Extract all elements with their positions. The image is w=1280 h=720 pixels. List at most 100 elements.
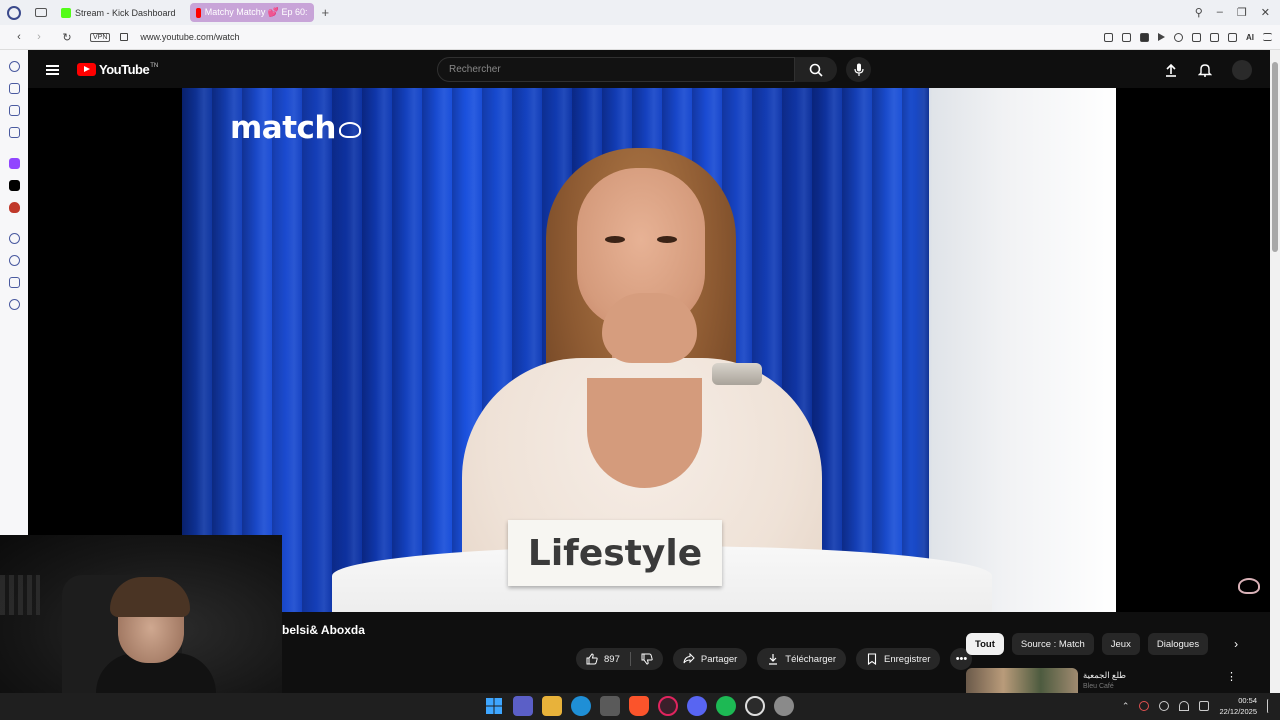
ai-assistant-button[interactable]: AI [1246, 33, 1254, 42]
notifications-bell-icon[interactable] [1198, 63, 1212, 77]
match-logo: match [230, 110, 361, 146]
tab-youtube-video[interactable]: Matchy Matchy 💕 Ep 60: [189, 3, 314, 22]
video-actions: 897 Partager Télécharger Enregistrer ••• [576, 648, 973, 670]
search-input[interactable] [438, 58, 794, 81]
back-button[interactable]: ‹ [10, 31, 28, 43]
minimize-button[interactable]: – [1217, 6, 1223, 19]
forward-button[interactable]: › [30, 31, 48, 43]
browser-logo-icon[interactable] [7, 5, 21, 20]
calendar-icon[interactable] [8, 127, 20, 138]
twitch-icon[interactable] [8, 158, 20, 169]
share-icon [683, 653, 695, 664]
voice-search-button[interactable] [846, 57, 871, 82]
video-title: belsi& Aboxda [282, 623, 365, 637]
scrollbar-thumb[interactable] [1272, 62, 1278, 252]
account-avatar[interactable] [1232, 60, 1252, 80]
search-button[interactable] [795, 57, 837, 82]
close-button[interactable]: ✕ [1261, 6, 1270, 19]
video-player[interactable]: match Lifestyle [28, 88, 1270, 612]
share-button[interactable]: Partager [672, 648, 748, 670]
timer-icon[interactable] [8, 255, 20, 266]
tray-app-icon[interactable] [1139, 701, 1150, 711]
brave-icon[interactable] [629, 696, 649, 716]
youtube-play-icon [77, 63, 96, 76]
edge-icon[interactable] [571, 696, 591, 716]
youtube-logo[interactable]: YouTube TN [77, 62, 158, 77]
history-icon[interactable] [8, 233, 20, 244]
url-field[interactable]: www.youtube.com/watch [140, 32, 239, 42]
chip-all[interactable]: Tout [966, 633, 1004, 655]
recommended-video-thumbnail[interactable] [966, 668, 1078, 693]
download-button[interactable]: Télécharger [757, 648, 846, 670]
video-frame: match Lifestyle [182, 88, 1116, 612]
save-button[interactable]: Enregistrer [856, 648, 941, 670]
eye-left [605, 236, 625, 243]
recommended-video-title[interactable]: طلع الجمعية [1083, 670, 1126, 681]
person-neckline [587, 378, 702, 488]
page-scrollbar[interactable] [1270, 50, 1280, 693]
discord-icon[interactable] [687, 696, 707, 716]
restore-button[interactable]: ❐ [1237, 6, 1247, 19]
tab-overview-icon[interactable] [35, 8, 47, 17]
recommended-video-channel[interactable]: Bleu Café [1083, 683, 1114, 690]
heart-icon[interactable] [1174, 32, 1183, 42]
chevron-up-icon[interactable]: ⌃ [1122, 701, 1130, 712]
layers-icon[interactable] [8, 105, 20, 116]
play-icon[interactable] [1158, 32, 1165, 41]
vpn-badge[interactable]: VPN [90, 32, 111, 42]
ublock-icon[interactable] [8, 202, 20, 213]
match-logo-text: match [230, 110, 337, 146]
windows-start-icon[interactable] [484, 696, 504, 716]
youtube-favicon-icon [195, 7, 201, 18]
recommendation-filter-chips: Tout Source : Match Jeux Dialogues › [966, 633, 1238, 655]
clock-icon[interactable] [8, 61, 20, 72]
wristwatch [712, 363, 762, 385]
menu-icon[interactable] [1263, 32, 1272, 41]
obs-icon[interactable] [745, 696, 765, 716]
chip-source-match[interactable]: Source : Match [1011, 633, 1094, 655]
upload-icon[interactable] [1164, 63, 1178, 77]
download-icon[interactable] [1228, 32, 1237, 42]
shield-icon[interactable] [1140, 32, 1149, 42]
thumbs-up-icon [586, 653, 598, 665]
background-shelf [0, 575, 40, 615]
dislike-button[interactable] [631, 653, 663, 665]
file-explorer-icon[interactable] [542, 696, 562, 716]
opera-gx-icon[interactable] [658, 696, 678, 716]
recommended-video-menu-icon[interactable]: ⋮ [1226, 670, 1237, 683]
show-desktop-button[interactable] [1267, 699, 1270, 713]
extensions-icon[interactable] [8, 277, 20, 288]
name-card-sign: Lifestyle [508, 520, 722, 586]
teams-icon[interactable] [513, 696, 533, 716]
chevron-right-icon[interactable]: › [1234, 637, 1238, 651]
x-icon[interactable] [8, 180, 20, 191]
bookmark-icon[interactable] [1104, 32, 1113, 42]
like-button[interactable]: 897 [576, 653, 630, 665]
lock-icon[interactable] [120, 33, 129, 41]
settings-gear-icon[interactable] [774, 696, 794, 716]
microsoft-store-icon[interactable] [600, 696, 620, 716]
taskbar-apps [484, 696, 794, 716]
cube-icon[interactable] [8, 83, 20, 94]
match-watermark-icon [1238, 578, 1260, 594]
sign-text: Lifestyle [527, 532, 703, 574]
wifi-icon[interactable] [1179, 701, 1190, 711]
chip-games[interactable]: Jeux [1101, 633, 1140, 655]
screenshot-icon[interactable] [1122, 32, 1131, 42]
youtube-header: YouTube TN [28, 51, 1270, 88]
history-icon[interactable] [1210, 32, 1219, 42]
spotify-icon[interactable] [716, 696, 736, 716]
tab-label: Matchy Matchy 💕 Ep 60: [204, 7, 308, 17]
system-clock[interactable]: 00:54 22/12/2025 [1219, 695, 1257, 717]
clock-date: 22/12/2025 [1219, 707, 1257, 716]
search-tabs-icon[interactable]: ⚲ [1195, 6, 1203, 19]
microphone-icon[interactable] [1159, 701, 1170, 711]
chip-dialogues[interactable]: Dialogues [1147, 633, 1209, 655]
volume-icon[interactable] [1199, 701, 1210, 711]
new-tab-button[interactable]: + [322, 5, 330, 20]
settings-icon[interactable] [8, 299, 20, 310]
reload-button[interactable]: ↻ [58, 31, 76, 44]
menu-icon[interactable] [46, 64, 59, 75]
tab-kick-dashboard[interactable]: Stream - Kick Dashboard [55, 3, 182, 22]
puzzle-icon[interactable] [1192, 32, 1201, 42]
